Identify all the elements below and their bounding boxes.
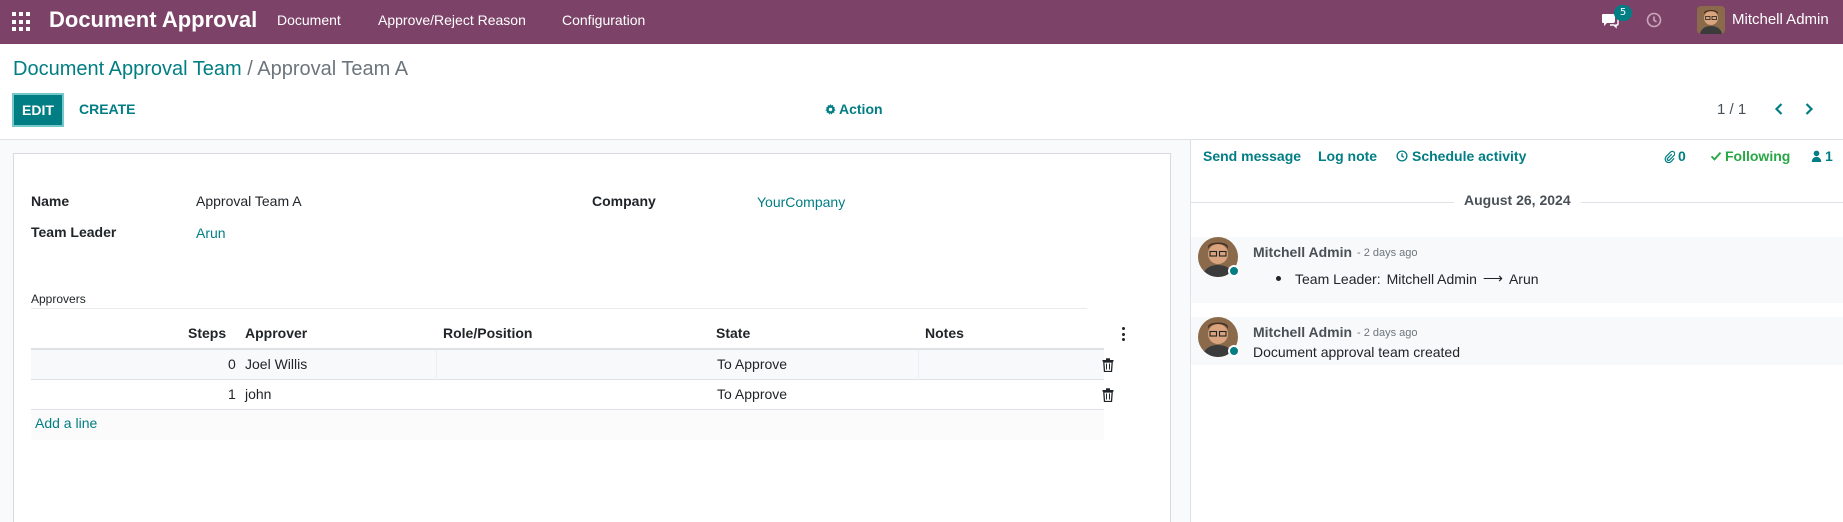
breadcrumb-separator: / <box>247 58 253 80</box>
menu-configuration[interactable]: Configuration <box>562 12 645 28</box>
create-button[interactable]: CREATE <box>79 101 136 117</box>
table-row[interactable]: 1 john To Approve <box>31 380 1114 410</box>
column-notes[interactable]: Notes <box>925 325 964 341</box>
chevron-left-icon[interactable] <box>1771 101 1787 117</box>
user-name[interactable]: Mitchell Admin <box>1732 11 1829 28</box>
approvers-separator <box>31 308 1087 309</box>
chatter-panel: Send message Log note Schedule activity … <box>1190 140 1843 522</box>
user-avatar[interactable] <box>1697 6 1725 34</box>
following-label: Following <box>1725 148 1791 164</box>
action-menu-button[interactable]: Action <box>825 101 883 117</box>
add-line-link[interactable]: Add a line <box>35 415 97 431</box>
online-status-dot <box>1228 265 1240 277</box>
followers-count: 1 <box>1825 148 1833 164</box>
cell-steps: 1 <box>228 386 236 402</box>
chatter-message: Mitchell Admin - 2 days ago Document app… <box>1191 317 1843 365</box>
apps-menu-icon[interactable] <box>12 12 32 32</box>
date-separator-label: August 26, 2024 <box>1454 192 1581 208</box>
gear-icon <box>825 103 836 114</box>
column-role-position[interactable]: Role/Position <box>443 325 532 341</box>
chat-count-badge: 5 <box>1614 5 1632 21</box>
send-message-label: Send message <box>1203 148 1302 164</box>
delete-row-icon[interactable] <box>1102 358 1114 372</box>
delete-row-icon[interactable] <box>1102 388 1114 402</box>
attachments-count: 0 <box>1678 148 1686 164</box>
action-label: Action <box>839 101 883 117</box>
optional-columns-icon[interactable] <box>1121 327 1125 341</box>
online-status-dot <box>1228 345 1240 357</box>
cell-divider <box>436 350 437 380</box>
company-label: Company <box>592 193 656 209</box>
team-leader-label: Team Leader <box>31 224 117 240</box>
tracking-value: Team Leader: Mitchell Admin ⟶ Arun <box>1276 270 1539 287</box>
add-line-row: Add a line <box>31 410 1104 440</box>
cell-approver: john <box>245 386 272 402</box>
pager-value[interactable]: 1 / 1 <box>1717 101 1746 118</box>
approvers-table-header: Steps Approver Role/Position State Notes <box>31 318 1125 350</box>
menu-approve-reject-reason[interactable]: Approve/Reject Reason <box>378 12 526 28</box>
message-time: - 2 days ago <box>1357 327 1418 339</box>
message-author[interactable]: Mitchell Admin <box>1253 244 1352 260</box>
message-time: - 2 days ago <box>1357 247 1418 259</box>
name-label: Name <box>31 193 70 209</box>
column-approver[interactable]: Approver <box>245 325 307 341</box>
bullet <box>1276 276 1281 281</box>
edit-button[interactable]: EDIT <box>12 93 64 127</box>
user-icon <box>1811 150 1822 162</box>
breadcrumb-parent-link[interactable]: Document Approval Team <box>13 58 242 80</box>
chatter-message: Mitchell Admin - 2 days ago Team Leader:… <box>1191 237 1843 303</box>
schedule-activity-button[interactable]: Schedule activity <box>1396 148 1526 164</box>
cell-steps: 0 <box>228 356 236 372</box>
author-avatar[interactable] <box>1198 317 1240 357</box>
cell-state: To Approve <box>717 386 788 402</box>
top-navbar: Document Approval Document Approve/Rejec… <box>0 0 1843 44</box>
app-brand[interactable]: Document Approval <box>49 7 257 33</box>
cell-divider <box>918 350 919 380</box>
menu-document[interactable]: Document <box>277 12 341 28</box>
log-note-label: Log note <box>1318 148 1378 164</box>
paperclip-icon <box>1664 150 1675 163</box>
clock-icon <box>1396 150 1408 162</box>
schedule-activity-label: Schedule activity <box>1412 148 1527 164</box>
breadcrumb: Document Approval Team / Approval Team A <box>13 58 408 81</box>
tracking-field: Team Leader: <box>1295 270 1381 287</box>
company-link[interactable]: YourCompany <box>757 194 845 210</box>
breadcrumb-current: Approval Team A <box>257 58 409 80</box>
activity-clock-icon[interactable] <box>1646 12 1662 28</box>
tracking-old-value: Mitchell Admin <box>1386 270 1477 287</box>
following-button[interactable]: Following <box>1710 148 1790 164</box>
message-author[interactable]: Mitchell Admin <box>1253 324 1352 340</box>
author-avatar[interactable] <box>1198 237 1240 277</box>
check-icon <box>1710 152 1722 161</box>
cell-approver: Joel Willis <box>245 356 308 372</box>
arrow-right-icon: ⟶ <box>1482 270 1503 286</box>
message-body: Document approval team created <box>1253 344 1460 360</box>
cell-state: To Approve <box>717 356 788 372</box>
name-value: Approval Team A <box>196 193 302 209</box>
tracking-new-value: Arun <box>1508 270 1539 287</box>
followers-button[interactable]: 1 <box>1811 148 1833 164</box>
chevron-right-icon[interactable] <box>1801 101 1817 117</box>
table-row[interactable]: 0 Joel Willis To Approve <box>31 350 1114 380</box>
send-message-button[interactable]: Send message <box>1203 148 1301 164</box>
team-leader-link[interactable]: Arun <box>196 225 226 241</box>
log-note-button[interactable]: Log note <box>1318 148 1377 164</box>
approvers-section-label: Approvers <box>31 292 86 306</box>
column-state[interactable]: State <box>716 325 750 341</box>
attachments-button[interactable]: 0 <box>1664 148 1686 164</box>
column-steps[interactable]: Steps <box>188 325 226 341</box>
